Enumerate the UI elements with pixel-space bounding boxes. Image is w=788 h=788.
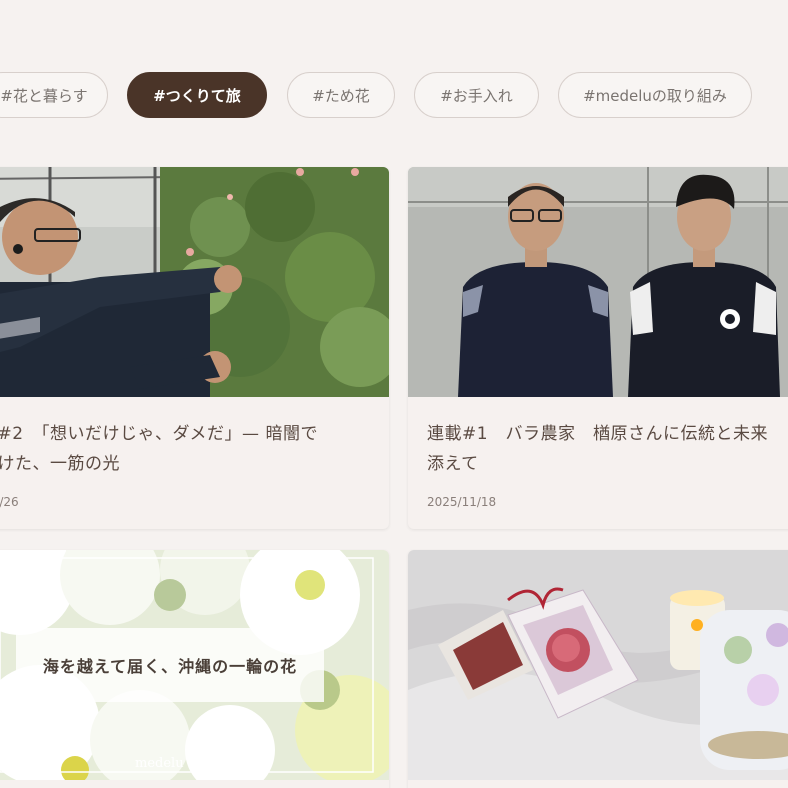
article-card-3[interactable]: 海を越えて届く、沖縄の一輪の花 medelu (0, 550, 389, 788)
watermark-logo: medelu (135, 756, 184, 771)
tag-medelu-torikumi[interactable]: #medeluの取り組み (558, 72, 752, 118)
overlay-caption-box: 海を越えて届く、沖縄の一輪の花 (16, 628, 324, 702)
category-tag-list: #花と暮らす #つくりて旅 #ため花 #お手入れ #medeluの取り組み (0, 72, 788, 118)
article-title-line-2: 添えて (427, 454, 479, 474)
tag-tamebana[interactable]: #ため花 (287, 72, 395, 118)
article-title-line-2: つけた、一筋の光 (0, 454, 120, 474)
article-title-line-1: 載#2 「想いだけじゃ、ダメだ」— 暗闇で (0, 424, 318, 444)
article-date: /11/26 (0, 495, 19, 509)
article-date: 2025/11/18 (427, 495, 497, 509)
tag-hana-to-kurasu[interactable]: #花と暮らす (0, 72, 108, 118)
article-title-line-1: 連載#1 バラ農家 楢原さんに伝統と未来 (427, 424, 769, 444)
article-card-4[interactable] (408, 550, 788, 788)
article-card-2[interactable]: 連載#1 バラ農家 楢原さんに伝統と未来 添えて 2025/11/18 (408, 167, 788, 529)
overlay-caption: 海を越えて届く、沖縄の一輪の花 (42, 657, 298, 676)
gift-flower-box-photo (408, 550, 788, 780)
article-card-1[interactable]: 載#2 「想いだけじゃ、ダメだ」— 暗闇で つけた、一筋の光 /11/26 (0, 167, 389, 529)
tag-tsukurite-tabi[interactable]: #つくりて旅 (127, 72, 267, 118)
article-title: 載#2 「想いだけじゃ、ダメだ」— 暗闇で つけた、一筋の光 (0, 419, 389, 479)
two-men-smiling-photo (408, 167, 788, 397)
tag-oteire[interactable]: #お手入れ (414, 72, 539, 118)
farmer-with-roses-photo (0, 167, 389, 397)
article-title: 連載#1 バラ農家 楢原さんに伝統と未来 添えて (427, 419, 788, 479)
